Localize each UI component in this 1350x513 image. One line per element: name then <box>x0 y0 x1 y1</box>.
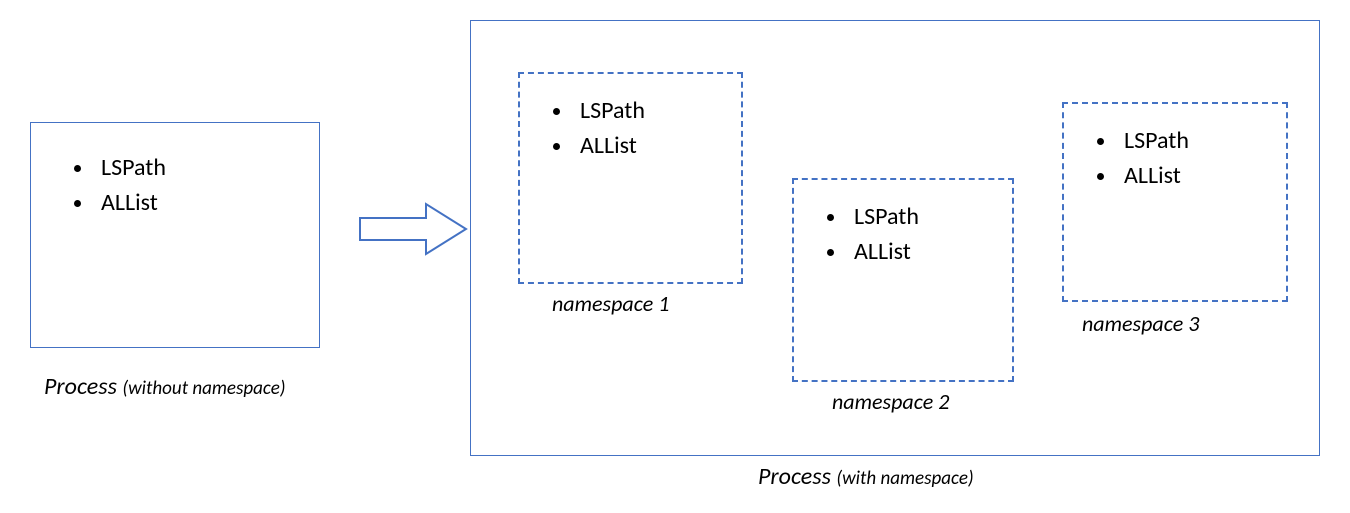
namespace-2-label: namespace 2 <box>832 388 949 415</box>
list-item: LSPath <box>95 151 301 186</box>
list-item: ALList <box>848 235 1002 270</box>
list-item: ALList <box>1118 159 1276 194</box>
process-without-namespace-box: LSPath ALList <box>30 122 320 348</box>
caption-sub: (with namespace) <box>836 467 973 490</box>
list-item: LSPath <box>574 94 731 129</box>
namespace-3-items: LSPath ALList <box>1082 124 1276 194</box>
left-process-caption: Process (without namespace) <box>44 372 286 401</box>
right-process-caption: Process (with namespace) <box>758 462 974 491</box>
caption-main: Process <box>44 372 122 401</box>
list-item: ALList <box>95 186 301 221</box>
left-process-items: LSPath ALList <box>59 151 301 221</box>
namespace-3-label: namespace 3 <box>1082 310 1199 337</box>
list-item: LSPath <box>1118 124 1276 159</box>
list-item: LSPath <box>848 200 1002 235</box>
diagram-canvas: LSPath ALList Process (without namespace… <box>0 0 1350 513</box>
namespace-1-items: LSPath ALList <box>538 94 731 164</box>
namespace-box-3: LSPath ALList <box>1062 102 1288 302</box>
namespace-box-2: LSPath ALList <box>792 178 1014 382</box>
arrow-icon <box>358 200 470 258</box>
namespace-1-label: namespace 1 <box>552 290 669 317</box>
namespace-box-1: LSPath ALList <box>518 72 743 284</box>
list-item: ALList <box>574 129 731 164</box>
namespace-2-items: LSPath ALList <box>812 200 1002 270</box>
caption-sub: (without namespace) <box>122 377 285 400</box>
caption-main: Process <box>758 462 836 491</box>
